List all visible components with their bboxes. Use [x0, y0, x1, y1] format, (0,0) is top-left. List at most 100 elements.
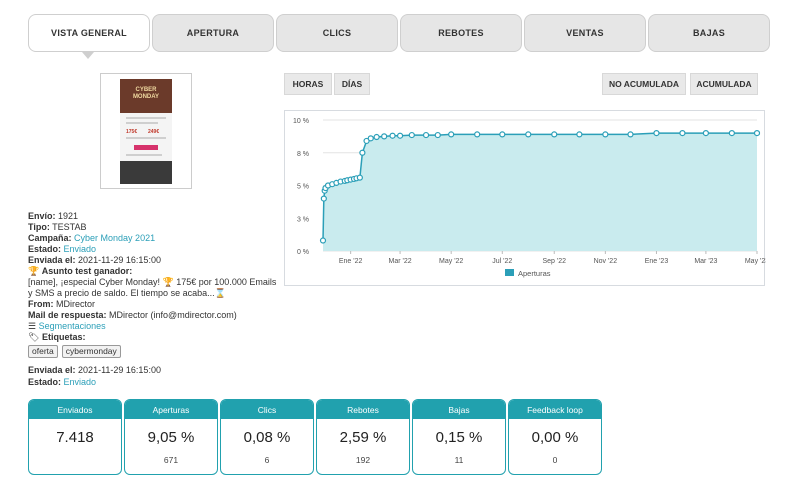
kpi-value: 7.418 [56, 429, 94, 446]
trophy-icon: 🏆 [28, 266, 40, 276]
x-tick-label: May '23 [745, 258, 766, 265]
kpi-value: 0,15 % [435, 429, 483, 446]
tab-rebotes[interactable]: REBOTES [400, 14, 522, 52]
tag-list: oferta cybermonday [28, 345, 278, 358]
kpi-card-feedback-loop[interactable]: Feedback loop 0,00 % 0 [508, 399, 602, 475]
tab-bar: VISTA GENERAL APERTURA CLICS REBOTES VEN… [28, 14, 770, 59]
y-tick-label: 8 % [297, 151, 309, 158]
email-preview-image: CYBER MONDAY 175€ 249€ [120, 79, 172, 184]
status-value-2: Enviado [63, 377, 97, 387]
tab-ventas[interactable]: VENTAS [524, 14, 646, 52]
kpi-count: 671 [163, 455, 179, 465]
kpi-title: Clics [221, 400, 313, 419]
kpi-card-bajas[interactable]: Bajas 0,15 % 11 [412, 399, 506, 475]
kpi-value: 0,08 % [243, 429, 291, 446]
kpi-count: 6 [264, 455, 270, 465]
kpi-value: 2,59 % [339, 429, 387, 446]
aperturas-chart: 0 % 3 % 5 % 8 % 10 % Ene '22 Mar '22 May '22 Jul… [284, 110, 769, 286]
subject-line-2: y SMS a precio de saldo. El tiempo se ac… [28, 288, 226, 298]
data-point [408, 131, 415, 139]
kpi-count: 11 [454, 455, 464, 465]
kpi-title: Feedback loop [509, 400, 601, 419]
data-point [389, 132, 396, 139]
data-point [448, 131, 455, 138]
envio-value: 1921 [58, 211, 79, 221]
tipo-value: TESTAB [52, 222, 87, 232]
subject-line-1: [name], ¡especial Cyber Monday! 🏆 175€ p… [28, 277, 277, 287]
list-icon: ☰ [28, 321, 37, 331]
status-value: Enviado [63, 244, 97, 254]
data-point [434, 131, 441, 139]
x-tick-label: Nov '22 [594, 258, 618, 265]
kpi-value: 0,00 % [531, 429, 579, 446]
kpi-card-enviados[interactable]: Enviados 7.418 [28, 399, 122, 475]
x-tick-label: Jul '22 [492, 258, 512, 265]
data-point [679, 130, 686, 137]
y-tick-label: 3 % [297, 216, 309, 223]
legend-swatch [505, 269, 514, 276]
kpi-card-aperturas[interactable]: Aperturas 9,05 % 671 [124, 399, 218, 475]
x-tick-label: May '22 [439, 258, 463, 265]
tab-apertura[interactable]: APERTURA [152, 14, 274, 52]
data-point [359, 149, 366, 156]
tab-clics[interactable]: CLICS [276, 14, 398, 52]
kpi-title: Aperturas [125, 400, 217, 419]
reply-mail-value: MDirector (info@mdirector.com) [109, 310, 237, 320]
y-tick-label: 10 % [293, 118, 309, 125]
dias-button[interactable]: DÍAS [334, 73, 370, 95]
kpi-title: Enviados [29, 400, 121, 419]
acumulada-button[interactable]: ACUMULADA [690, 73, 758, 95]
data-point [602, 131, 609, 138]
data-point [356, 174, 363, 181]
aperturas-chart-svg: 0 % 3 % 5 % 8 % 10 % Ene '22 Mar '22 May '22 Jul… [293, 118, 769, 278]
data-point [576, 131, 583, 138]
data-point [320, 195, 327, 202]
data-point [396, 132, 404, 139]
kpi-value: 9,05 % [147, 429, 195, 446]
data-point [367, 135, 374, 142]
data-point [753, 130, 761, 137]
legend-label: Aperturas [518, 269, 551, 278]
x-tick-label: Mar '23 [694, 258, 717, 265]
data-point [499, 131, 506, 138]
tab-bajas[interactable]: BAJAS [648, 14, 770, 52]
data-point [422, 131, 430, 139]
tag-icon: 🏷 [28, 332, 40, 342]
sent-date: 2021-11-29 16:15:00 [78, 255, 161, 265]
data-point [702, 130, 709, 137]
tag-oferta[interactable]: oferta [28, 345, 58, 358]
kpi-count: 0 [552, 455, 558, 465]
campaign-link[interactable]: Cyber Monday 2021 [74, 233, 155, 243]
series-area-aperturas [323, 133, 757, 251]
data-point [319, 237, 327, 244]
horas-button[interactable]: HORAS [284, 73, 332, 95]
no-acumulada-button[interactable]: NO ACUMULADA [602, 73, 686, 95]
data-point [373, 133, 380, 141]
segmentaciones-link[interactable]: Segmentaciones [39, 321, 106, 331]
x-tick-label: Ene '22 [339, 258, 363, 265]
tag-cybermonday[interactable]: cybermonday [61, 345, 121, 358]
data-point [525, 131, 532, 138]
sent-date-2: 2021-11-29 16:15:00 [78, 365, 161, 375]
kpi-card-rebotes[interactable]: Rebotes 2,59 % 192 [316, 399, 410, 475]
tab-vista-general[interactable]: VISTA GENERAL [28, 14, 150, 52]
data-point [551, 131, 558, 138]
data-point [381, 133, 388, 140]
data-point [474, 131, 481, 138]
email-preview-thumbnail[interactable]: CYBER MONDAY 175€ 249€ [100, 73, 192, 189]
kpi-count: 192 [355, 455, 371, 465]
active-tab-caret [82, 52, 94, 59]
y-tick-label: 5 % [297, 184, 309, 191]
y-tick-label: 0 % [297, 249, 309, 256]
campaign-info: Envío: 1921 Tipo: TESTAB Campaña: Cyber … [28, 211, 278, 358]
data-point [728, 130, 735, 137]
campaign-info-secondary: Enviada el: 2021-11-29 16:15:00 Estado: … [28, 365, 161, 387]
from-value: MDirector [56, 299, 96, 309]
kpi-card-clics[interactable]: Clics 0,08 % 6 [220, 399, 314, 475]
x-tick-label: Mar '22 [389, 258, 412, 265]
kpi-title: Rebotes [317, 400, 409, 419]
data-point [627, 131, 634, 138]
x-tick-label: Sep '22 [542, 258, 566, 265]
data-point [653, 130, 660, 137]
x-tick-label: Ene '23 [645, 258, 669, 265]
